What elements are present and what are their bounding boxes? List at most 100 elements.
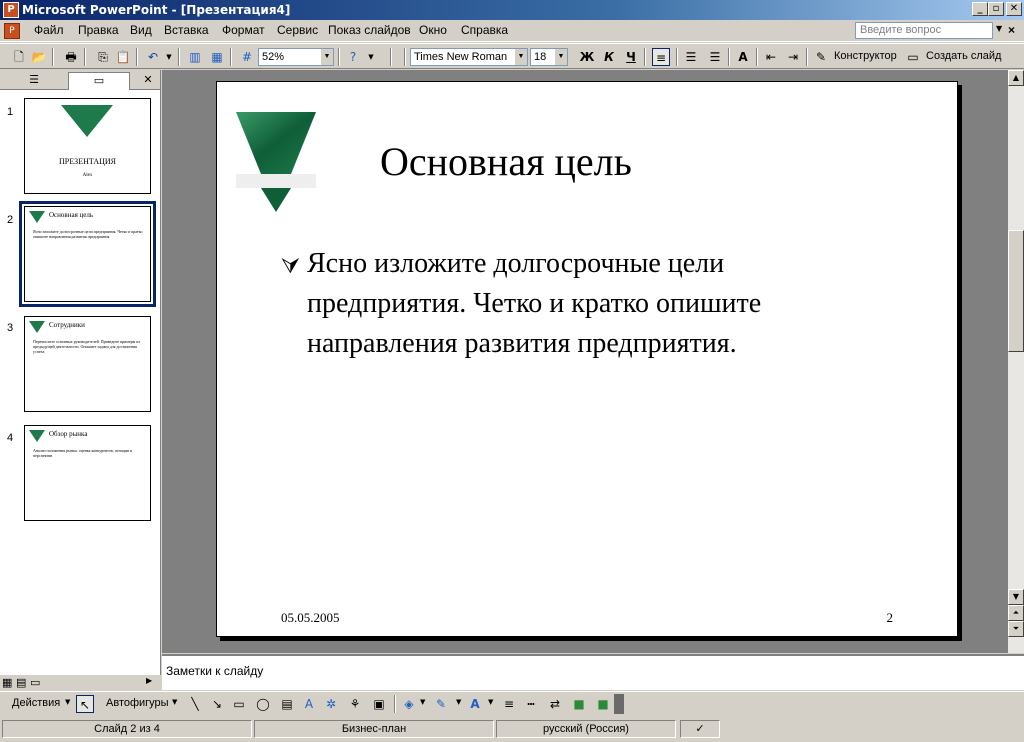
autoshapes-dropdown-icon[interactable]: ▼	[172, 698, 177, 706]
3d-icon[interactable]: ■	[594, 695, 612, 713]
slide-title[interactable]: Основная цель	[380, 138, 632, 185]
menu-view[interactable]: Вид	[130, 23, 152, 37]
italic-button[interactable]: К	[600, 48, 618, 66]
open-icon[interactable]: 📂	[30, 48, 48, 66]
line-color-icon[interactable]: ✎	[432, 695, 450, 713]
designer-icon[interactable]: ✎	[812, 48, 830, 66]
menu-window[interactable]: Окно	[419, 23, 447, 37]
close-button[interactable]: ✕	[1006, 2, 1022, 16]
sorter-view-icon[interactable]: ▤	[16, 676, 26, 689]
undo-dropdown-icon[interactable]: ▼	[160, 48, 178, 66]
clipart-icon[interactable]: ⚘	[346, 695, 364, 713]
normal-view-icon[interactable]: ▦	[2, 676, 12, 689]
menu-help[interactable]: Справка	[461, 23, 508, 37]
print-icon[interactable]: 🖶	[62, 48, 80, 66]
decrease-indent-icon[interactable]: ⇤	[762, 48, 780, 66]
notes-pane[interactable]: Заметки к слайду	[162, 654, 1024, 690]
font-size-select[interactable]: 18 ▼	[530, 48, 568, 66]
font-color-dropdown-icon[interactable]: ▼	[488, 698, 493, 706]
bold-button[interactable]: Ж	[578, 48, 596, 66]
tab-slides[interactable]: ▭	[68, 72, 130, 90]
numbering-icon[interactable]: ☰	[682, 48, 700, 66]
line-style-icon[interactable]: ≡	[500, 695, 518, 713]
slide-thumbnail-4[interactable]: Обзор рынка Анализ положения рынка: оцен…	[24, 425, 151, 521]
rectangle-icon[interactable]: ▭	[230, 695, 248, 713]
next-slide-icon[interactable]: ⏷	[1008, 621, 1024, 637]
grid-icon[interactable]: #	[238, 48, 256, 66]
ask-question-input[interactable]: Введите вопрос	[855, 22, 993, 39]
shadow-icon[interactable]: ■	[570, 695, 588, 713]
menu-tools[interactable]: Сервис	[277, 23, 318, 37]
chart-icon[interactable]: ▥	[186, 48, 204, 66]
menu-slideshow[interactable]: Показ слайдов	[328, 23, 411, 37]
arrow-style-icon[interactable]: ⇄	[546, 695, 564, 713]
title-bar: P Microsoft PowerPoint - [Презентация4] …	[0, 0, 1024, 20]
scroll-down-icon[interactable]: ▼	[1008, 589, 1024, 605]
menu-insert[interactable]: Вставка	[164, 23, 209, 37]
textbox-icon[interactable]: ▤	[278, 695, 296, 713]
slide-date: 05.05.2005	[281, 610, 340, 625]
underline-button[interactable]: Ч	[622, 48, 640, 66]
minimize-button[interactable]: _	[972, 2, 988, 16]
slideshow-view-icon[interactable]: ▭	[30, 676, 40, 689]
arrow-icon[interactable]: ↘	[208, 695, 226, 713]
vertical-scrollbar[interactable]: ▲ ▼ ⏶ ⏷	[1008, 70, 1024, 653]
tab-outline[interactable]: ☰	[6, 72, 62, 90]
toolbar-grip[interactable]	[390, 48, 392, 66]
toolbar-grip[interactable]	[404, 48, 406, 66]
powerpoint-icon[interactable]: P	[3, 2, 19, 18]
prev-slide-icon[interactable]: ⏶	[1008, 605, 1024, 621]
line-color-dropdown-icon[interactable]: ▼	[456, 698, 461, 706]
status-language: русский (Россия)	[496, 720, 676, 738]
scroll-right-icon[interactable]: ▶	[146, 676, 152, 685]
restore-button[interactable]: ▫	[988, 2, 1004, 16]
slide-thumbnail-2[interactable]: Основная цель Ясно изложите долгосрочные…	[19, 201, 156, 307]
dash-style-icon[interactable]: ┅	[522, 695, 540, 713]
increase-indent-icon[interactable]: ⇥	[784, 48, 802, 66]
menu-file[interactable]: Файл	[34, 23, 64, 37]
menu-edit[interactable]: Правка	[78, 23, 119, 37]
align-left-icon[interactable]: ≡	[652, 48, 670, 66]
bullets-icon[interactable]: ☰	[706, 48, 724, 66]
slide-thumbnail-3[interactable]: Сотрудники Перечислите основных руководи…	[24, 316, 151, 412]
font-color-icon[interactable]: A	[466, 695, 484, 713]
doc-close-button[interactable]: ×	[1008, 23, 1015, 37]
oval-icon[interactable]: ◯	[254, 695, 272, 713]
new-icon[interactable]: 🗋	[10, 48, 28, 66]
table-icon[interactable]: ▦	[208, 48, 226, 66]
grow-font-button[interactable]: A	[734, 48, 752, 66]
notes-placeholder: Заметки к слайду	[166, 664, 264, 678]
paste-icon[interactable]: 📋	[114, 48, 132, 66]
select-pointer-icon[interactable]: ↖	[76, 695, 94, 713]
help-dropdown-icon[interactable]: ▼	[362, 48, 380, 66]
actions-menu[interactable]: Действия	[12, 697, 60, 709]
zoom-select[interactable]: 52% ▼	[258, 48, 334, 66]
slide-canvas[interactable]: Основная цель ⮛ Ясно изложите долгосрочн…	[216, 81, 958, 637]
fill-color-icon[interactable]: ◈	[400, 695, 418, 713]
designer-button[interactable]: Конструктор	[834, 50, 897, 62]
toolbar-options-icon[interactable]	[614, 694, 624, 714]
diagram-icon[interactable]: ✲	[322, 695, 340, 713]
ask-dropdown-icon[interactable]: ▼	[996, 24, 1002, 33]
help-icon[interactable]: ?	[344, 48, 362, 66]
new-slide-icon[interactable]: ▭	[904, 48, 922, 66]
menu-format[interactable]: Формат	[222, 23, 265, 37]
scroll-up-icon[interactable]: ▲	[1008, 70, 1024, 86]
line-icon[interactable]: ╲	[186, 695, 204, 713]
font-select[interactable]: Times New Roman ▼	[410, 48, 528, 66]
scroll-thumb[interactable]	[1008, 230, 1024, 352]
copy-icon[interactable]: ⎘	[94, 48, 112, 66]
document-icon[interactable]: P	[4, 23, 20, 39]
spellcheck-icon[interactable]: ✓	[680, 720, 720, 738]
fill-dropdown-icon[interactable]: ▼	[420, 698, 425, 706]
autoshapes-menu[interactable]: Автофигуры	[106, 697, 169, 709]
picture-icon[interactable]: ▣	[370, 695, 388, 713]
chevron-down-icon: ▼	[515, 49, 527, 65]
panel-close-button[interactable]: ✕	[140, 72, 156, 90]
slide-thumbnail-1[interactable]: ПРЕЗЕНТАЦИЯ Alex	[24, 98, 151, 194]
wordart-icon[interactable]: A	[300, 695, 318, 713]
thumb-number: 4	[7, 432, 14, 444]
zoom-value: 52%	[262, 51, 285, 63]
actions-dropdown-icon[interactable]: ▼	[65, 698, 70, 706]
new-slide-button[interactable]: Создать слайд	[926, 50, 1001, 62]
